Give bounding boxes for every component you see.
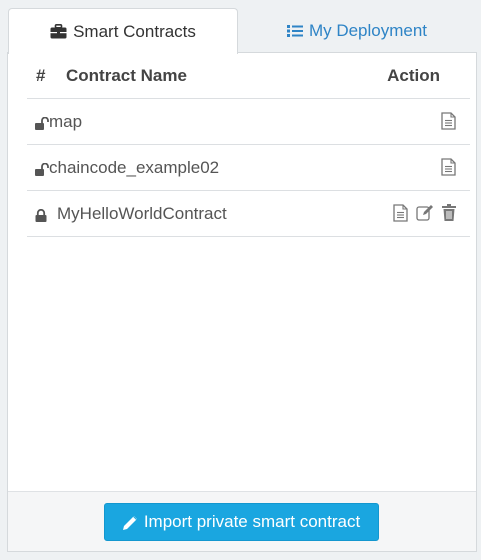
tab-smart-contracts[interactable]: Smart Contracts <box>8 8 238 54</box>
tab-bar: Smart Contracts My Deployment <box>8 8 476 54</box>
document-icon[interactable] <box>441 158 456 176</box>
lock-icon <box>35 207 47 227</box>
column-header-number: # <box>36 66 46 85</box>
tab-smart-contracts-label: Smart Contracts <box>73 21 196 41</box>
contract-name: chaincode_example02 <box>49 158 220 177</box>
row-actions <box>441 158 456 176</box>
contract-name: MyHelloWorldContract <box>57 204 227 223</box>
unlock-icon <box>35 115 49 135</box>
contracts-panel: # Contract Name Action map chaincode_exa… <box>7 52 477 552</box>
contract-name: map <box>49 112 83 131</box>
document-icon[interactable] <box>393 204 408 222</box>
list-icon <box>286 24 303 38</box>
column-header-contract-name: Contract Name <box>66 66 187 85</box>
pencil-icon <box>122 515 137 530</box>
document-icon[interactable] <box>441 112 456 130</box>
import-private-contract-button[interactable]: Import private smart contract <box>104 503 379 541</box>
column-header-action: Action <box>387 66 440 85</box>
row-actions <box>441 112 456 130</box>
table-row: chaincode_example02 <box>27 145 470 191</box>
table-row: MyHelloWorldContract <box>27 191 470 237</box>
import-button-label: Import private smart contract <box>143 512 361 531</box>
panel-footer: Import private smart contract <box>8 491 476 551</box>
edit-icon[interactable] <box>416 204 434 222</box>
table-row: map <box>27 99 470 145</box>
table-header: # Contract Name Action <box>27 53 470 99</box>
tab-my-deployment[interactable]: My Deployment <box>238 8 476 53</box>
row-actions <box>393 204 456 222</box>
briefcase-icon <box>50 24 67 39</box>
trash-icon[interactable] <box>442 204 456 222</box>
tab-my-deployment-label: My Deployment <box>308 20 428 40</box>
unlock-icon <box>35 161 49 181</box>
